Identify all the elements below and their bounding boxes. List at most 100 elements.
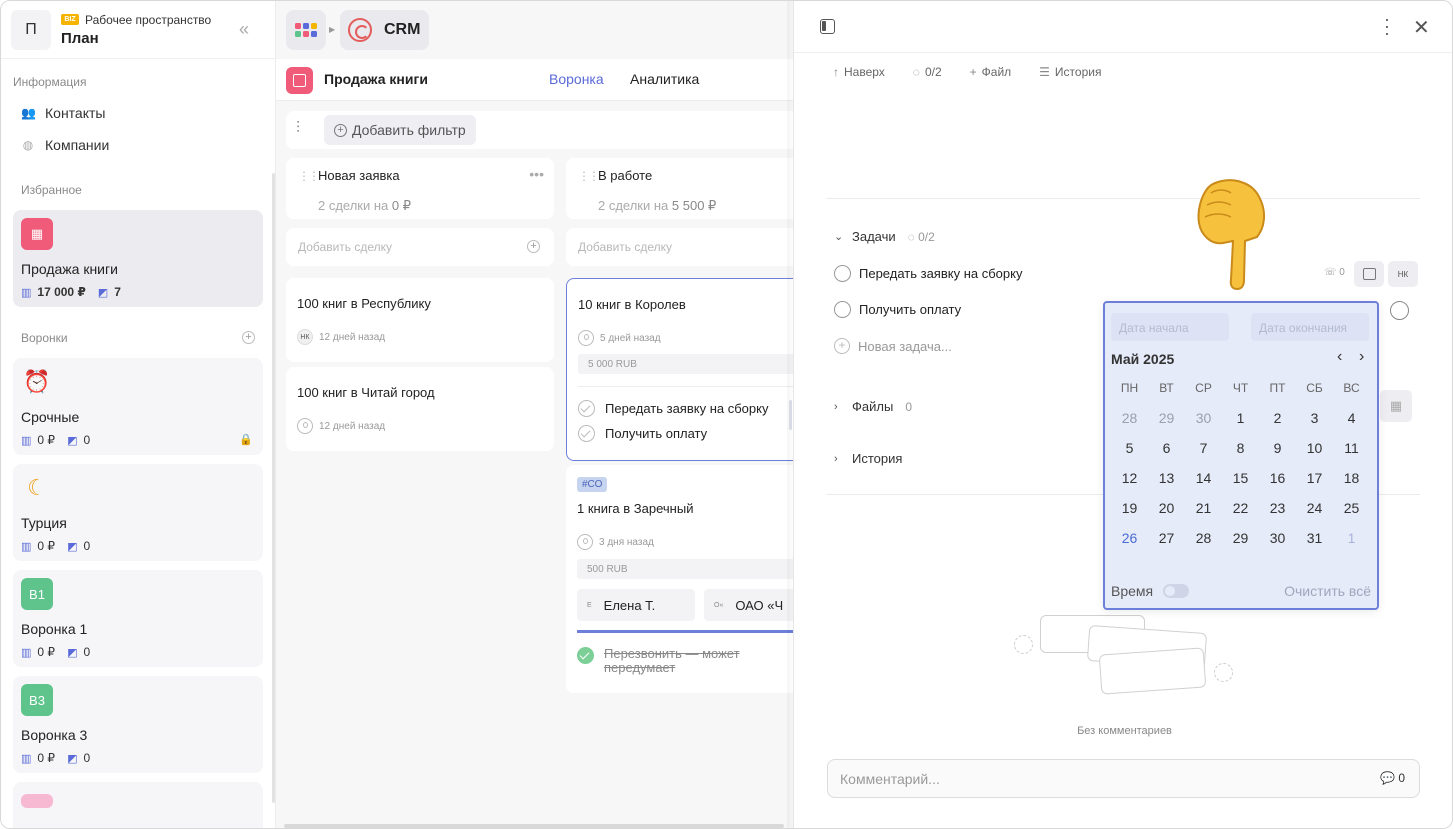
calendar-day[interactable]: 12 [1111,463,1148,493]
clear-all-button[interactable]: Очистить всё [1284,583,1371,599]
column-header[interactable]: ⋮⋮ В работе 2 сделки на 5 500 ₽ [566,158,796,219]
tab-analytics[interactable]: Аналитика [630,71,699,87]
deal-task-done[interactable]: Перезвонить — может передумает [577,647,784,675]
funnel-card[interactable]: В3 Воронка 3 ▥ 0 ₽ ◩ 0 [13,676,263,773]
calendar-day[interactable]: 10 [1296,433,1333,463]
deal-card[interactable]: 100 книг в Республику НК 12 дней назад [286,278,554,362]
apps-grid-button[interactable] [286,10,326,50]
next-month-icon[interactable]: › [1359,348,1364,366]
calendar-day[interactable]: 27 [1148,523,1185,553]
drag-handle-icon[interactable]: ⋮⋮ [578,169,600,183]
favorite-funnel-card[interactable]: ▦ Продажа книги ▥ 17 000 ₽ ◩ 7 [13,210,263,307]
calendar-day[interactable]: 21 [1185,493,1222,523]
calendar-day[interactable]: 29 [1222,523,1259,553]
calendar-day[interactable]: 28 [1111,403,1148,433]
calendar-day[interactable]: 4 [1333,403,1370,433]
add-filter-button[interactable]: + Добавить фильтр [324,115,476,145]
prev-month-icon[interactable]: ‹ [1337,348,1342,366]
add-deal-button[interactable]: Добавить сделку [566,228,796,266]
up-button[interactable]: ↑ Наверх [833,65,899,79]
calendar-day[interactable]: 30 [1259,523,1296,553]
calendar-day[interactable]: 15 [1222,463,1259,493]
calendar-day[interactable]: 20 [1148,493,1185,523]
check-circle-icon[interactable] [578,400,595,417]
files-section-toggle[interactable]: › Файлы 0 [834,399,912,414]
sidebar-item-contacts[interactable]: 👥 Контакты [21,100,105,126]
sidebar-toggle-icon[interactable] [820,19,835,34]
deal-contact[interactable]: Е Елена Т. [577,589,695,621]
calendar-day[interactable]: 1 [1222,403,1259,433]
resize-handle[interactable] [789,400,792,430]
calendar-day[interactable]: 5 [1111,433,1148,463]
deal-card[interactable]: #СО 1 книга в Заречный 3 дня назад 500 R… [566,465,797,693]
end-date-input[interactable]: Дата окончания [1251,313,1369,341]
drag-handle-icon[interactable]: ⋮⋮ [298,169,320,183]
tasks-section-toggle[interactable]: ⌄ Задачи ◌ 0/2 [834,229,935,244]
check-circle-icon[interactable] [577,647,594,664]
calendar-day[interactable]: 31 [1296,523,1333,553]
calendar-day[interactable]: 11 [1333,433,1370,463]
calendar-day[interactable]: 18 [1333,463,1370,493]
calendar-day[interactable]: 30 [1185,403,1222,433]
calendar-day[interactable]: 9 [1259,433,1296,463]
deal-card[interactable]: 100 книг в Читай город 12 дней назад [286,367,554,451]
date-picker-button[interactable] [1354,261,1384,287]
crm-app-button[interactable]: CRM [340,10,429,50]
time-toggle[interactable] [1163,584,1190,598]
more-vertical-icon[interactable]: · · · [1384,10,1390,42]
sliders-icon[interactable]: ⫶ [296,120,300,138]
calendar-day[interactable]: 8 [1222,433,1259,463]
grid-view-icon[interactable]: ▦ [1380,390,1412,422]
deal-task[interactable]: Получить оплату [578,425,707,442]
calendar-day[interactable]: 19 [1111,493,1148,523]
history-button[interactable]: ☰ История [1039,65,1115,79]
calendar-day[interactable]: 1 [1333,523,1370,553]
calendar-day[interactable]: 24 [1296,493,1333,523]
new-task-input[interactable]: + Новая задача... [834,338,952,354]
assignee-avatar[interactable]: НК [1388,261,1418,287]
task-checkbox[interactable] [834,301,851,318]
deal-task[interactable]: Передать заявку на сборку [578,400,768,417]
sidebar-item-companies[interactable]: ◍ Компании [21,132,110,158]
time-toggle-row[interactable]: Время [1111,583,1190,599]
calendar-day[interactable]: 29 [1148,403,1185,433]
progress-indicator[interactable]: ◌ 0/2 [913,65,956,79]
calendar-day[interactable]: 7 [1185,433,1222,463]
horizontal-scrollbar[interactable] [284,824,784,828]
start-date-input[interactable]: Дата начала [1111,313,1229,341]
funnel-card[interactable]: ☾ Турция ▥ 0 ₽ ◩ 0 [13,464,263,561]
history-section-toggle[interactable]: › История [834,451,902,466]
funnel-card[interactable]: ⏰ Срочные ▥ 0 ₽ ◩ 0 🔒 [13,358,263,455]
calendar-day[interactable]: 23 [1259,493,1296,523]
deal-company[interactable]: О« ОАО «Ч [704,589,796,621]
workspace-header[interactable]: П BIZ Рабочее пространство План « [1,1,276,59]
calendar-day[interactable]: 28 [1185,523,1222,553]
column-header[interactable]: ⋮⋮ Новая заявка 2 сделки на 0 ₽ ••• [286,158,554,219]
task-item[interactable]: Передать заявку на сборку [834,265,1022,282]
deal-card-selected[interactable]: 10 книг в Королев 5 дней назад 5 000 RUB… [566,278,798,461]
calendar-day[interactable]: 25 [1333,493,1370,523]
add-file-button[interactable]: + Файл [970,65,1026,79]
calendar-day[interactable]: 16 [1259,463,1296,493]
collapse-sidebar-icon[interactable]: « [239,19,249,40]
calendar-day[interactable]: 3 [1296,403,1333,433]
task-item[interactable]: Получить оплату [834,301,961,318]
calendar-day-today[interactable]: 26 [1111,523,1148,553]
add-funnel-icon[interactable]: + [242,331,255,344]
sidebar-scrollbar[interactable] [272,173,275,803]
calendar-day[interactable]: 6 [1148,433,1185,463]
workspace-avatar[interactable]: П [11,10,51,50]
comment-input[interactable]: Комментарий... 💬 0 [827,759,1420,798]
close-icon[interactable]: ✕ [1413,15,1430,40]
funnel-card[interactable]: В1 Воронка 1 ▥ 0 ₽ ◩ 0 [13,570,263,667]
tab-funnel[interactable]: Воронка [549,71,604,87]
calendar-day[interactable]: 2 [1259,403,1296,433]
calendar-day[interactable]: 22 [1222,493,1259,523]
more-icon[interactable]: ••• [529,166,544,182]
add-deal-button[interactable]: Добавить сделку + [286,228,554,266]
clock-icon[interactable] [1390,301,1409,320]
task-checkbox[interactable] [834,265,851,282]
funnel-card[interactable] [13,782,263,828]
calendar-day[interactable]: 14 [1185,463,1222,493]
check-circle-icon[interactable] [578,425,595,442]
